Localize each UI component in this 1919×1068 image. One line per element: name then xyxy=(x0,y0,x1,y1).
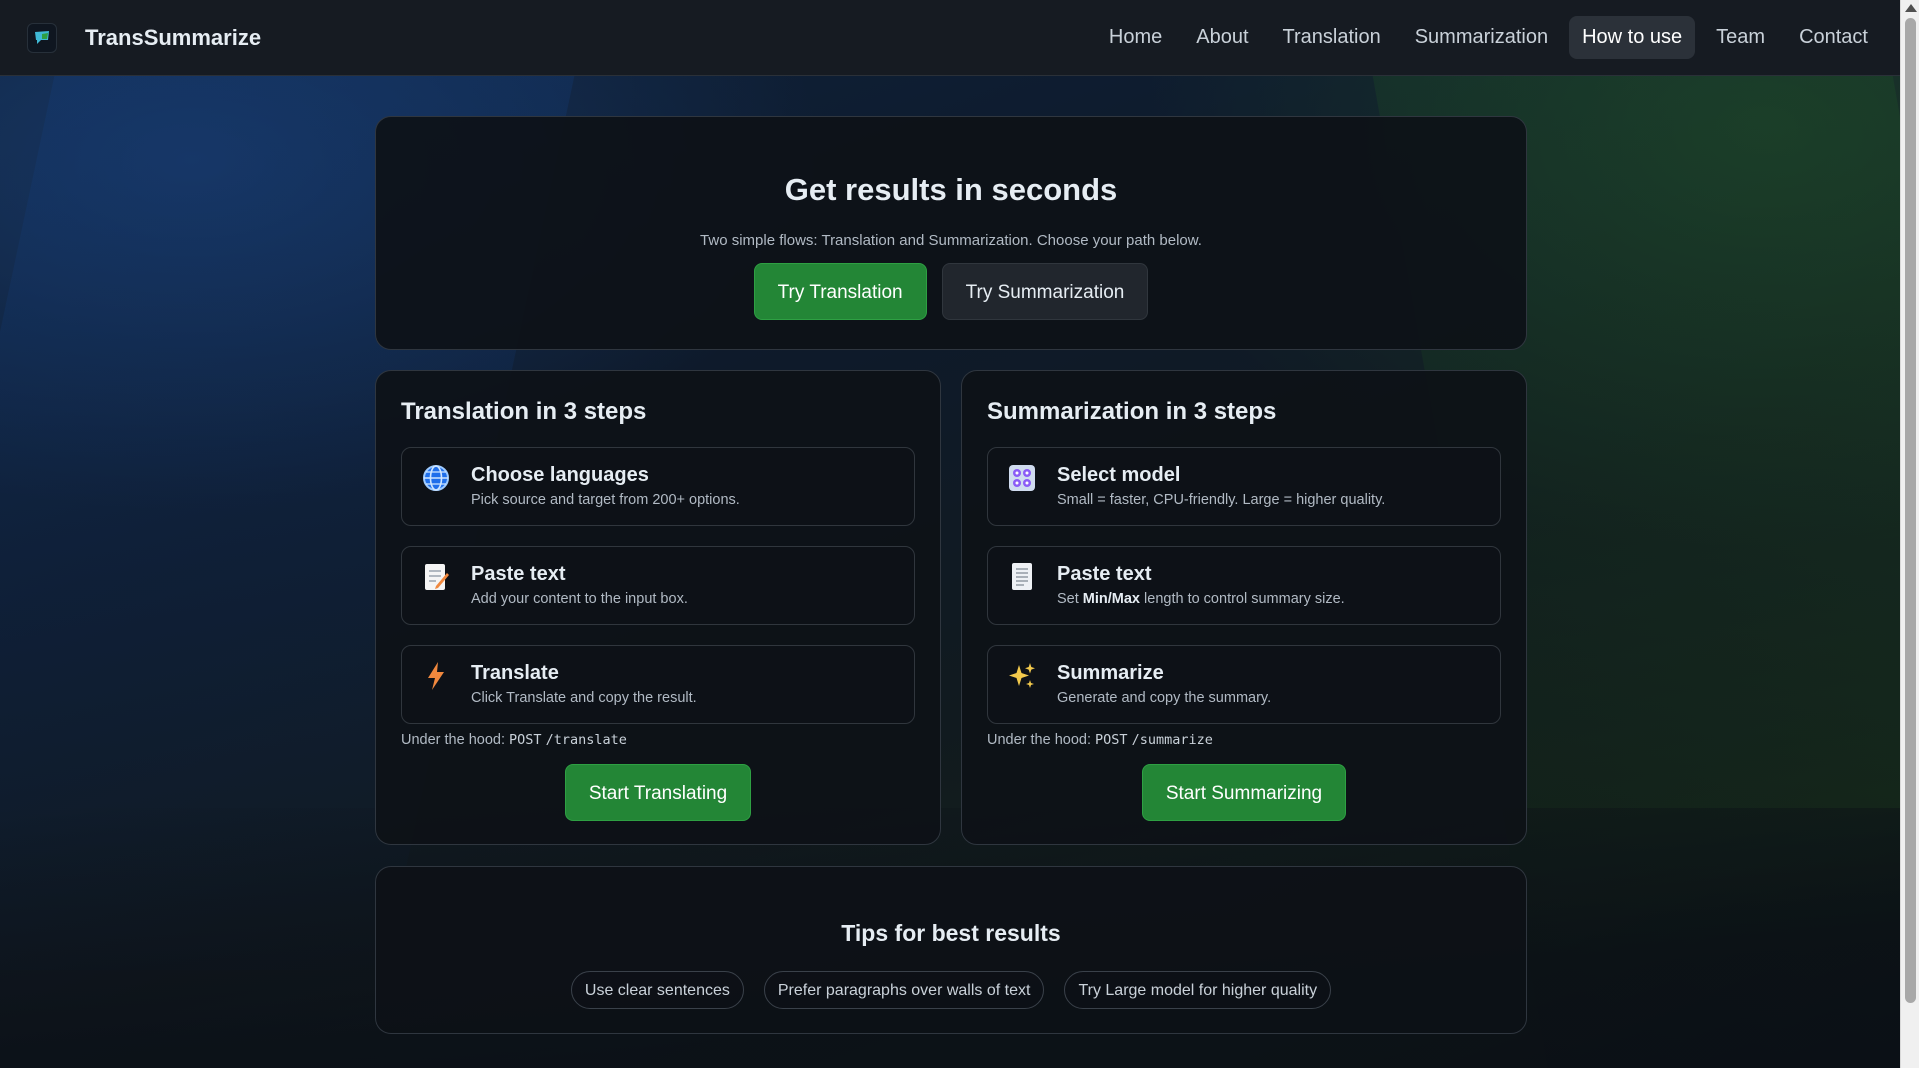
tips-title: Tips for best results xyxy=(841,920,1061,946)
memo-icon xyxy=(420,561,452,593)
scroll-up-arrow-icon[interactable] xyxy=(1905,4,1917,12)
start-summarizing-button[interactable]: Start Summarizing xyxy=(1141,764,1347,821)
translation-cta-wrap: Start Translating xyxy=(401,764,915,821)
step-title: Choose languages xyxy=(471,464,649,486)
step-description: Small = faster, CPU-friendly. Large = hi… xyxy=(1057,492,1386,508)
step-title: Paste text xyxy=(1057,563,1152,585)
step-title: Summarize xyxy=(1057,662,1164,684)
hood-path: /summarize xyxy=(1131,732,1213,748)
step-description: Generate and copy the summary. xyxy=(1057,690,1272,706)
page-icon xyxy=(1006,561,1038,593)
summarization-steps-list: Select model Small = faster, CPU-friendl… xyxy=(987,447,1501,724)
summarization-steps-card: Summarization in 3 steps Select model Sm… xyxy=(961,370,1527,845)
scrollbar-thumb[interactable] xyxy=(1905,18,1916,1003)
translation-steps-card: Translation in 3 steps Choose languages … xyxy=(375,370,941,845)
hood-path: /translate xyxy=(545,732,627,748)
step-title: Select model xyxy=(1057,464,1181,486)
step-description: Pick source and target from 200+ options… xyxy=(471,492,740,508)
tips-card: Tips for best results Use clear sentence… xyxy=(375,866,1527,1034)
translation-steps-title: Translation in 3 steps xyxy=(401,398,647,425)
nav-link-translation[interactable]: Translation xyxy=(1270,16,1394,59)
top-navbar: TransSummarize Home About Translation Su… xyxy=(0,0,1900,76)
desc-prefix: Set xyxy=(1057,591,1083,607)
step-description: Click Translate and copy the result. xyxy=(471,690,697,706)
step-description: Set Min/Max length to control summary si… xyxy=(1057,591,1345,607)
hood-label: Under the hood: xyxy=(987,732,1091,748)
brand-name: TransSummarize xyxy=(85,24,262,50)
chat-bubble-icon xyxy=(27,22,57,53)
nav-link-how-to-use[interactable]: How to use xyxy=(1569,16,1696,59)
hood-label: Under the hood: xyxy=(401,732,505,748)
try-translation-button[interactable]: Try Translation xyxy=(753,263,927,320)
step-select-model: Select model Small = faster, CPU-friendl… xyxy=(987,447,1501,526)
tips-chips: Use clear sentences Prefer paragraphs ov… xyxy=(376,971,1526,1009)
summarization-steps-title: Summarization in 3 steps xyxy=(987,398,1277,425)
sparkles-icon xyxy=(1006,660,1038,692)
translation-steps-list: Choose languages Pick source and target … xyxy=(401,447,915,724)
control-knobs-icon xyxy=(1006,462,1038,494)
tip-chip: Use clear sentences xyxy=(570,971,744,1009)
translation-hood-note: Under the hood: POST /translate xyxy=(401,732,915,748)
tip-chip: Prefer paragraphs over walls of text xyxy=(763,971,1045,1009)
step-paste-text: Paste text Set Min/Max length to control… xyxy=(987,546,1501,625)
nav-link-home[interactable]: Home xyxy=(1096,16,1175,59)
nav-link-contact[interactable]: Contact xyxy=(1786,16,1881,59)
step-paste-text: Paste text Add your content to the input… xyxy=(401,546,915,625)
hero-card: Get results in seconds Two simple flows:… xyxy=(375,116,1527,350)
summarization-hood-note: Under the hood: POST /summarize xyxy=(987,732,1501,748)
nav-link-about[interactable]: About xyxy=(1183,16,1261,59)
vertical-scrollbar[interactable] xyxy=(1900,0,1919,1068)
hero-buttons: Try Translation Try Summarization xyxy=(376,263,1526,320)
desc-suffix: length to control summary size. xyxy=(1140,591,1345,607)
step-summarize: Summarize Generate and copy the summary. xyxy=(987,645,1501,724)
lightning-icon xyxy=(420,660,452,692)
try-summarization-button[interactable]: Try Summarization xyxy=(941,263,1149,320)
hood-method: POST xyxy=(509,732,542,748)
start-translating-button[interactable]: Start Translating xyxy=(564,764,752,821)
hero-title: Get results in seconds xyxy=(784,172,1118,207)
step-title: Translate xyxy=(471,662,559,684)
step-title: Paste text xyxy=(471,563,566,585)
step-description: Add your content to the input box. xyxy=(471,591,688,607)
desc-bold: Min/Max xyxy=(1082,591,1140,607)
nav-links: Home About Translation Summarization How… xyxy=(1096,16,1881,59)
step-choose-languages: Choose languages Pick source and target … xyxy=(401,447,915,526)
brand[interactable]: TransSummarize xyxy=(27,22,262,53)
step-translate: Translate Click Translate and copy the r… xyxy=(401,645,915,724)
nav-link-team[interactable]: Team xyxy=(1703,16,1778,59)
hood-method: POST xyxy=(1095,732,1128,748)
tip-chip: Try Large model for higher quality xyxy=(1064,971,1332,1009)
summarization-cta-wrap: Start Summarizing xyxy=(987,764,1501,821)
nav-link-summarization[interactable]: Summarization xyxy=(1402,16,1561,59)
hero-subtitle: Two simple flows: Translation and Summar… xyxy=(700,232,1202,249)
globe-icon xyxy=(420,462,452,494)
